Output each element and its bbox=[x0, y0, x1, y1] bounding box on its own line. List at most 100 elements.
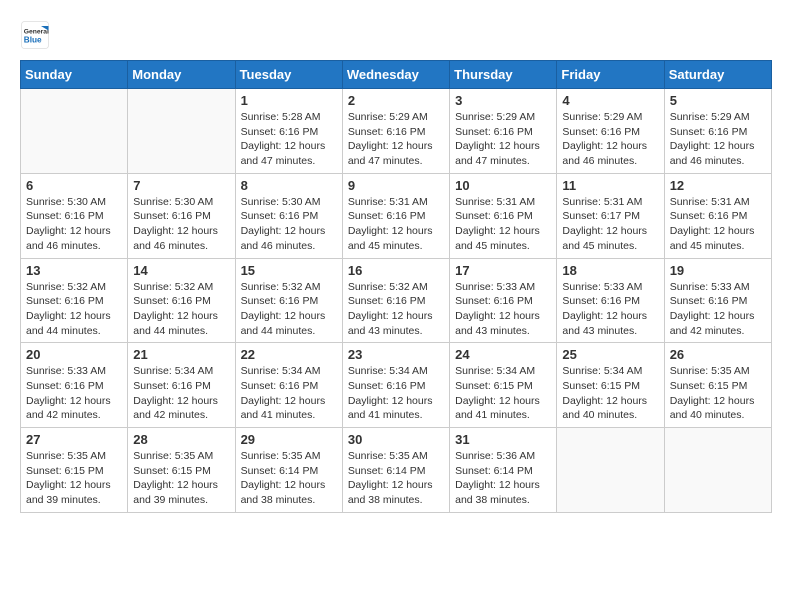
calendar-cell: 26 Sunrise: 5:35 AMSunset: 6:15 PMDayligh… bbox=[664, 343, 771, 428]
calendar-week-2: 6 Sunrise: 5:30 AMSunset: 6:16 PMDaylight… bbox=[21, 173, 772, 258]
day-number: 15 bbox=[241, 263, 337, 278]
day-info: Sunrise: 5:32 AMSunset: 6:16 PMDaylight:… bbox=[348, 280, 444, 339]
calendar-cell: 16 Sunrise: 5:32 AMSunset: 6:16 PMDayligh… bbox=[342, 258, 449, 343]
day-number: 22 bbox=[241, 347, 337, 362]
day-number: 24 bbox=[455, 347, 551, 362]
day-info: Sunrise: 5:35 AMSunset: 6:14 PMDaylight:… bbox=[241, 449, 337, 508]
day-info: Sunrise: 5:30 AMSunset: 6:16 PMDaylight:… bbox=[133, 195, 229, 254]
day-number: 1 bbox=[241, 93, 337, 108]
day-number: 16 bbox=[348, 263, 444, 278]
logo: General Blue bbox=[20, 20, 50, 50]
day-number: 2 bbox=[348, 93, 444, 108]
calendar-cell: 2Sunrise: 5:29 AMSunset: 6:16 PMDaylight… bbox=[342, 89, 449, 174]
day-number: 8 bbox=[241, 178, 337, 193]
day-number: 7 bbox=[133, 178, 229, 193]
day-number: 19 bbox=[670, 263, 766, 278]
day-header-wednesday: Wednesday bbox=[342, 61, 449, 89]
day-number: 4 bbox=[562, 93, 658, 108]
day-number: 14 bbox=[133, 263, 229, 278]
calendar-cell: 22Sunrise: 5:34 AMSunset: 6:16 PMDayligh… bbox=[235, 343, 342, 428]
day-header-sunday: Sunday bbox=[21, 61, 128, 89]
day-info: Sunrise: 5:36 AMSunset: 6:14 PMDaylight:… bbox=[455, 449, 551, 508]
days-header-row: SundayMondayTuesdayWednesdayThursdayFrid… bbox=[21, 61, 772, 89]
day-info: Sunrise: 5:31 AMSunset: 6:16 PMDaylight:… bbox=[348, 195, 444, 254]
day-number: 10 bbox=[455, 178, 551, 193]
calendar-week-1: 1 Sunrise: 5:28 AMSunset: 6:16 PMDaylight… bbox=[21, 89, 772, 174]
calendar-table: SundayMondayTuesdayWednesdayThursdayFrid… bbox=[20, 60, 772, 513]
calendar-cell: 14 Sunrise: 5:32 AMSunset: 6:16 PMDayligh… bbox=[128, 258, 235, 343]
day-info: Sunrise: 5:35 AMSunset: 6:15 PMDaylight:… bbox=[670, 364, 766, 423]
day-number: 6 bbox=[26, 178, 122, 193]
day-info: Sunrise: 5:35 AMSunset: 6:15 PMDaylight:… bbox=[133, 449, 229, 508]
day-number: 5 bbox=[670, 93, 766, 108]
svg-text:General: General bbox=[24, 29, 49, 36]
calendar-cell: 17Sunrise: 5:33 AMSunset: 6:16 PMDayligh… bbox=[450, 258, 557, 343]
calendar-cell: 21Sunrise: 5:34 AMSunset: 6:16 PMDayligh… bbox=[128, 343, 235, 428]
day-header-saturday: Saturday bbox=[664, 61, 771, 89]
day-info: Sunrise: 5:34 AMSunset: 6:15 PMDaylight:… bbox=[455, 364, 551, 423]
calendar-cell: 15Sunrise: 5:32 AMSunset: 6:16 PMDayligh… bbox=[235, 258, 342, 343]
day-info: Sunrise: 5:30 AMSunset: 6:16 PMDaylight:… bbox=[26, 195, 122, 254]
calendar-cell bbox=[664, 428, 771, 513]
calendar-cell bbox=[557, 428, 664, 513]
day-info: Sunrise: 5:29 AMSunset: 6:16 PMDaylight:… bbox=[670, 110, 766, 169]
calendar-cell: 18 Sunrise: 5:33 AMSunset: 6:16 PMDayligh… bbox=[557, 258, 664, 343]
calendar-cell: 1 Sunrise: 5:28 AMSunset: 6:16 PMDaylight… bbox=[235, 89, 342, 174]
calendar-cell bbox=[128, 89, 235, 174]
day-number: 13 bbox=[26, 263, 122, 278]
calendar-cell: 6 Sunrise: 5:30 AMSunset: 6:16 PMDaylight… bbox=[21, 173, 128, 258]
day-number: 17 bbox=[455, 263, 551, 278]
day-header-thursday: Thursday bbox=[450, 61, 557, 89]
day-info: Sunrise: 5:34 AMSunset: 6:16 PMDaylight:… bbox=[133, 364, 229, 423]
calendar-week-4: 20 Sunrise: 5:33 AMSunset: 6:16 PMDayligh… bbox=[21, 343, 772, 428]
day-number: 31 bbox=[455, 432, 551, 447]
day-info: Sunrise: 5:35 AMSunset: 6:15 PMDaylight:… bbox=[26, 449, 122, 508]
day-info: Sunrise: 5:35 AMSunset: 6:14 PMDaylight:… bbox=[348, 449, 444, 508]
calendar-cell: 13Sunrise: 5:32 AMSunset: 6:16 PMDayligh… bbox=[21, 258, 128, 343]
day-info: Sunrise: 5:29 AMSunset: 6:16 PMDaylight:… bbox=[455, 110, 551, 169]
day-number: 30 bbox=[348, 432, 444, 447]
calendar-week-5: 27 Sunrise: 5:35 AMSunset: 6:15 PMDayligh… bbox=[21, 428, 772, 513]
day-info: Sunrise: 5:28 AMSunset: 6:16 PMDaylight:… bbox=[241, 110, 337, 169]
calendar-cell: 4 Sunrise: 5:29 AMSunset: 6:16 PMDaylight… bbox=[557, 89, 664, 174]
day-header-monday: Monday bbox=[128, 61, 235, 89]
calendar-cell: 11 Sunrise: 5:31 AMSunset: 6:17 PMDayligh… bbox=[557, 173, 664, 258]
calendar-cell: 7 Sunrise: 5:30 AMSunset: 6:16 PMDaylight… bbox=[128, 173, 235, 258]
day-number: 3 bbox=[455, 93, 551, 108]
calendar-cell: 23 Sunrise: 5:34 AMSunset: 6:16 PMDayligh… bbox=[342, 343, 449, 428]
calendar-cell: 10Sunrise: 5:31 AMSunset: 6:16 PMDayligh… bbox=[450, 173, 557, 258]
calendar-cell: 12Sunrise: 5:31 AMSunset: 6:16 PMDayligh… bbox=[664, 173, 771, 258]
day-info: Sunrise: 5:29 AMSunset: 6:16 PMDaylight:… bbox=[562, 110, 658, 169]
calendar-cell: 31 Sunrise: 5:36 AMSunset: 6:14 PMDayligh… bbox=[450, 428, 557, 513]
calendar-cell: 28 Sunrise: 5:35 AMSunset: 6:15 PMDayligh… bbox=[128, 428, 235, 513]
day-info: Sunrise: 5:34 AMSunset: 6:15 PMDaylight:… bbox=[562, 364, 658, 423]
calendar-cell: 8 Sunrise: 5:30 AMSunset: 6:16 PMDaylight… bbox=[235, 173, 342, 258]
svg-text:Blue: Blue bbox=[24, 36, 42, 45]
calendar-cell: 25 Sunrise: 5:34 AMSunset: 6:15 PMDayligh… bbox=[557, 343, 664, 428]
day-number: 26 bbox=[670, 347, 766, 362]
day-info: Sunrise: 5:31 AMSunset: 6:17 PMDaylight:… bbox=[562, 195, 658, 254]
day-number: 11 bbox=[562, 178, 658, 193]
day-number: 27 bbox=[26, 432, 122, 447]
day-info: Sunrise: 5:33 AMSunset: 6:16 PMDaylight:… bbox=[562, 280, 658, 339]
day-info: Sunrise: 5:32 AMSunset: 6:16 PMDaylight:… bbox=[133, 280, 229, 339]
calendar-cell: 30 Sunrise: 5:35 AMSunset: 6:14 PMDayligh… bbox=[342, 428, 449, 513]
day-info: Sunrise: 5:33 AMSunset: 6:16 PMDaylight:… bbox=[670, 280, 766, 339]
calendar-cell: 24 Sunrise: 5:34 AMSunset: 6:15 PMDayligh… bbox=[450, 343, 557, 428]
logo-icon: General Blue bbox=[20, 20, 50, 50]
day-info: Sunrise: 5:30 AMSunset: 6:16 PMDaylight:… bbox=[241, 195, 337, 254]
calendar-cell: 20 Sunrise: 5:33 AMSunset: 6:16 PMDayligh… bbox=[21, 343, 128, 428]
day-number: 23 bbox=[348, 347, 444, 362]
calendar-cell: 9Sunrise: 5:31 AMSunset: 6:16 PMDaylight… bbox=[342, 173, 449, 258]
day-info: Sunrise: 5:31 AMSunset: 6:16 PMDaylight:… bbox=[670, 195, 766, 254]
day-number: 20 bbox=[26, 347, 122, 362]
day-number: 28 bbox=[133, 432, 229, 447]
day-header-friday: Friday bbox=[557, 61, 664, 89]
day-number: 18 bbox=[562, 263, 658, 278]
calendar-week-3: 13 Sunrise: 5:32 AMSunset: 6:16 PMDayligh… bbox=[21, 258, 772, 343]
day-info: Sunrise: 5:33 AMSunset: 6:16 PMDaylight:… bbox=[26, 364, 122, 423]
day-info: Sunrise: 5:34 AMSunset: 6:16 PMDaylight:… bbox=[348, 364, 444, 423]
calendar-cell bbox=[21, 89, 128, 174]
day-header-tuesday: Tuesday bbox=[235, 61, 342, 89]
day-number: 25 bbox=[562, 347, 658, 362]
